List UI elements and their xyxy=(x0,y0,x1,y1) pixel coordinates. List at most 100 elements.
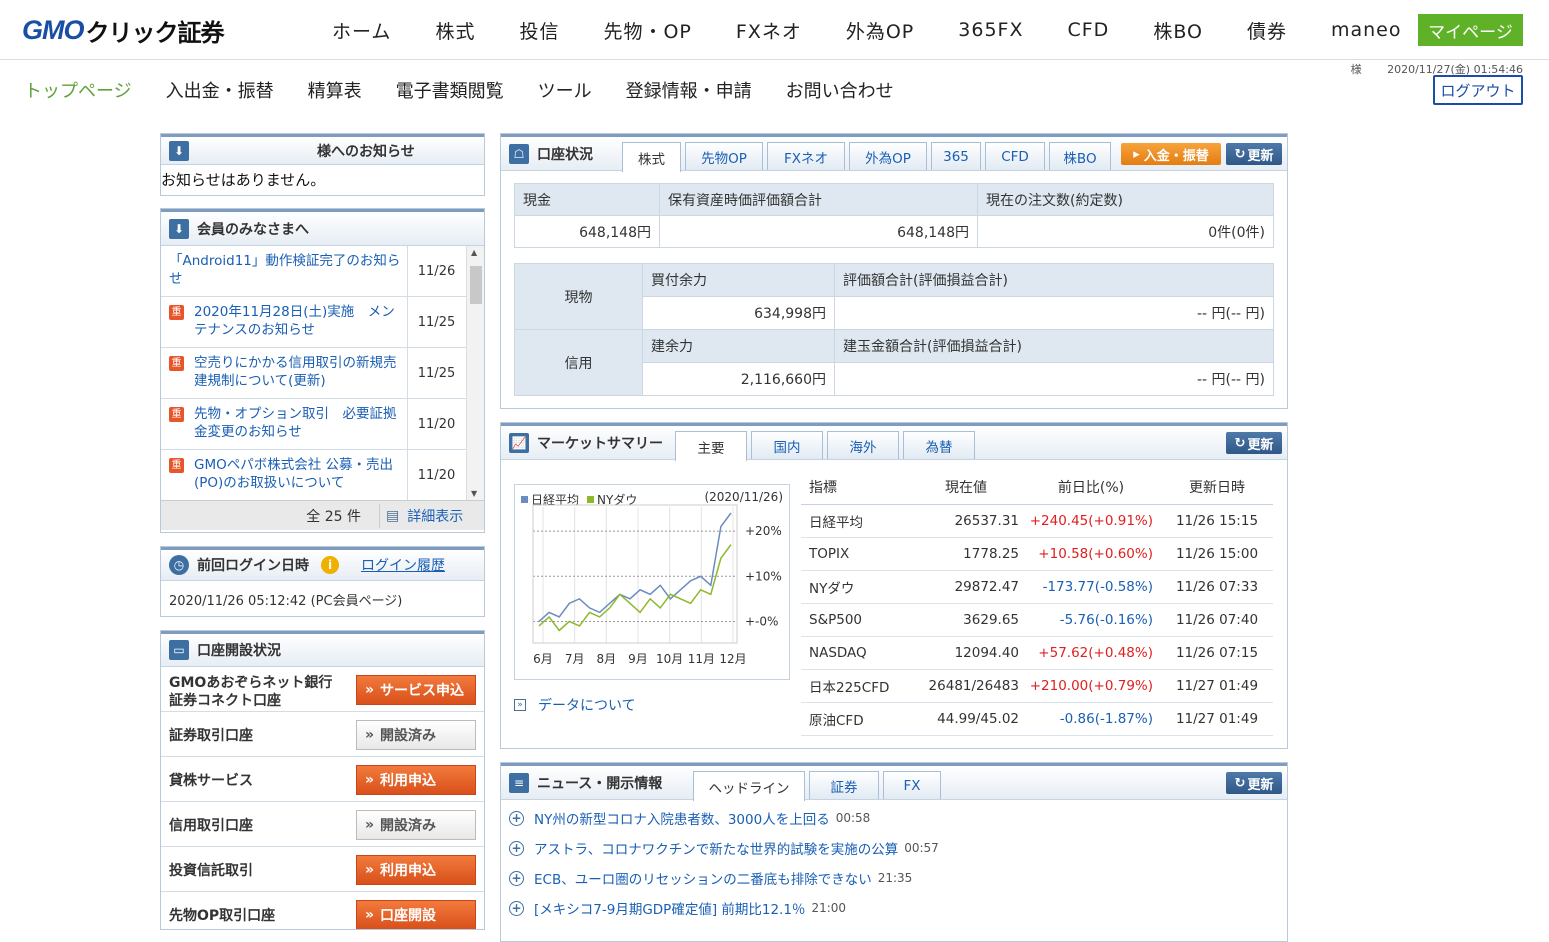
market-row[interactable]: NASDAQ 12094.40 +57.62(+0.48%) 11/26 07:15 xyxy=(801,636,1273,670)
account-open-button-label: 利用申込 xyxy=(380,863,437,879)
news-headline[interactable]: NY州の新型コロナ入院患者数、3000人を上回る xyxy=(534,808,830,828)
members-item-text-cell[interactable]: 重 GMOペパボ株式会社 公募・売出(PO)のお取扱いについて xyxy=(161,450,407,500)
scroll-thumb[interactable] xyxy=(470,266,482,304)
main-nav-item[interactable]: ホーム xyxy=(310,17,413,44)
sub-nav-item[interactable]: 登録情報・申請 xyxy=(626,77,752,103)
news-update-button[interactable]: ↻ 更新 xyxy=(1226,772,1282,794)
main-nav-item[interactable]: 365FX xyxy=(936,19,1045,41)
sub-nav-item[interactable]: 電子書類閲覧 xyxy=(396,77,504,103)
status-tab[interactable]: 株式 xyxy=(622,142,681,172)
sub-nav-item[interactable]: 精算表 xyxy=(308,77,362,103)
login-history-link[interactable]: ログイン履歴 xyxy=(361,555,445,575)
members-item-text-cell[interactable]: 重 2020年11月28日(土)実施 メンテナンスのお知らせ xyxy=(161,297,407,347)
status-tab[interactable]: 外為OP xyxy=(849,142,927,170)
members-item-link[interactable]: 2020年11月28日(土)実施 メンテナンスのお知らせ xyxy=(194,303,401,347)
market-tab[interactable]: 海外 xyxy=(827,431,899,459)
main-nav-item[interactable]: 先物・OP xyxy=(581,17,713,44)
news-item[interactable]: + ECB、ユーロ圏のリセッションの二番底も排除できない 21:35 xyxy=(509,868,912,888)
main-nav-item[interactable]: FXネオ xyxy=(714,17,824,44)
logout-button[interactable]: ログアウト xyxy=(1433,75,1523,105)
news-tab[interactable]: 証券 xyxy=(809,771,879,799)
news-item[interactable]: + アストラ、コロナワクチンで新たな世界的試験を実施の公算 00:57 xyxy=(509,838,939,858)
detail-link[interactable]: ▤ 詳細表示 xyxy=(379,503,464,528)
market-tab[interactable]: 主要 xyxy=(675,431,747,461)
market-tab[interactable]: 為替 xyxy=(903,431,975,459)
account-open-button[interactable]: » サービス申込 xyxy=(356,675,476,705)
account-open-button[interactable]: » 開設済み xyxy=(356,810,476,840)
market-header-change: 前日比(%) xyxy=(1021,471,1161,505)
sub-nav-item[interactable]: 入出金・振替 xyxy=(166,77,274,103)
main-nav-item[interactable]: CFD xyxy=(1045,19,1131,41)
members-list-item[interactable]: 重 2020年11月28日(土)実施 メンテナンスのお知らせ 11/25 xyxy=(161,297,484,348)
genbutsu-h2: 評価額合計(評価損益合計) xyxy=(834,263,1274,297)
members-item-text-cell[interactable]: 「Android11」動作検証完了のお知らせ xyxy=(161,246,407,296)
notice-panel: ⬇ 様へのお知らせ お知らせはありません。 xyxy=(160,133,485,196)
market-row[interactable]: S&P500 3629.65 -5.76(-0.16%) 11/26 07:40 xyxy=(801,603,1273,637)
news-headline[interactable]: アストラ、コロナワクチンで新たな世界的試験を実施の公算 xyxy=(534,838,898,858)
status-tab[interactable]: 365 xyxy=(931,142,981,170)
members-list-item[interactable]: 重空売りにかかる信用取引の新規売建規制について(更新) 11/25 xyxy=(161,348,484,399)
news-headline[interactable]: [メキシコ7-9月期GDP確定値] 前期比12.1％ xyxy=(534,898,805,918)
scroll-down-icon[interactable]: ▼ xyxy=(471,489,477,498)
news-headline[interactable]: ECB、ユーロ圏のリセッションの二番底も排除できない xyxy=(534,868,872,888)
market-update-button[interactable]: ↻ 更新 xyxy=(1226,432,1282,454)
shinyo-h1: 建余力 xyxy=(642,329,835,363)
news-item[interactable]: + [メキシコ7-9月期GDP確定値] 前期比12.1％ 21:00 xyxy=(509,898,846,918)
status-tab[interactable]: 先物OP xyxy=(685,142,763,170)
news-title: ニュース・開示情報 xyxy=(537,775,663,792)
members-list-item[interactable]: 重 GMOペパボ株式会社 公募・売出(PO)のお取扱いについて 11/20 xyxy=(161,450,484,500)
scroll-up-icon[interactable]: ▲ xyxy=(471,248,477,257)
data-about-link[interactable]: » データについて xyxy=(514,695,636,715)
status-tab[interactable]: FXネオ xyxy=(767,142,845,170)
market-row[interactable]: TOPIX 1778.25 +10.58(+0.60%) 11/26 15:00 xyxy=(801,537,1273,571)
news-tab[interactable]: FX xyxy=(883,771,941,799)
plus-icon[interactable]: + xyxy=(509,840,524,856)
plus-icon[interactable]: + xyxy=(509,870,524,886)
market-change: +57.62(+0.48%) xyxy=(1021,636,1161,670)
main-nav-item[interactable]: 株BO xyxy=(1131,17,1225,44)
market-change: -0.86(-1.87%) xyxy=(1021,702,1161,736)
account-open-button[interactable]: » 開設済み xyxy=(356,720,476,750)
status-tab[interactable]: CFD xyxy=(985,142,1045,170)
news-time: 21:00 xyxy=(811,901,847,915)
members-list-item[interactable]: 「Android11」動作検証完了のお知らせ 11/26 xyxy=(161,246,484,297)
members-scrollbar[interactable]: ▲ ▼ xyxy=(466,246,484,500)
main-nav-item[interactable]: 債券 xyxy=(1225,17,1309,44)
plus-icon[interactable]: + xyxy=(509,810,524,826)
sub-nav-item[interactable]: お問い合わせ xyxy=(786,77,894,103)
news-tab[interactable]: ヘッドライン xyxy=(693,771,805,801)
account-open-label: 信用取引口座 xyxy=(169,818,253,834)
members-item-link[interactable]: 「Android11」動作検証完了のお知らせ xyxy=(169,252,401,296)
mypage-button[interactable]: マイページ xyxy=(1418,14,1523,46)
members-item-text-cell[interactable]: 重空売りにかかる信用取引の新規売建規制について(更新) xyxy=(161,348,407,398)
account-open-button[interactable]: » 利用申込 xyxy=(356,855,476,885)
status-tab[interactable]: 株BO xyxy=(1049,142,1111,170)
summary-header-cash: 現金 xyxy=(514,183,660,216)
market-row[interactable]: NYダウ 29872.47 -173.77(-0.58%) 11/26 07:33 xyxy=(801,570,1273,604)
members-item-text-cell[interactable]: 重先物・オプション取引 必要証拠金変更のお知らせ xyxy=(161,399,407,449)
main-nav-item[interactable]: maneo xyxy=(1309,19,1424,41)
chart-x-tick: 8月 xyxy=(597,652,617,666)
detail-label: 詳細表示 xyxy=(407,508,464,525)
deposit-transfer-button[interactable]: ▸ 入金・振替 xyxy=(1121,143,1221,165)
members-item-link[interactable]: GMOペパボ株式会社 公募・売出(PO)のお取扱いについて xyxy=(194,456,401,500)
market-row[interactable]: 日経平均 26537.31 +240.45(+0.91%) 11/26 15:15 xyxy=(801,504,1273,538)
members-item-link[interactable]: 先物・オプション取引 必要証拠金変更のお知らせ xyxy=(194,405,401,449)
sub-nav-item[interactable]: トップページ xyxy=(24,77,132,103)
gmo-click-logo[interactable]: GMO クリック証券 xyxy=(22,14,225,47)
members-item-link[interactable]: 空売りにかかる信用取引の新規売建規制について(更新) xyxy=(194,354,401,398)
main-nav-item[interactable]: 株式 xyxy=(413,17,497,44)
market-row[interactable]: 原油CFD 44.99/45.02 -0.86(-1.87%) 11/27 01:49 xyxy=(801,702,1273,736)
plus-icon[interactable]: + xyxy=(509,900,524,916)
main-nav-item[interactable]: 投信 xyxy=(497,17,581,44)
sub-nav-item[interactable]: ツール xyxy=(538,77,592,103)
market-tab[interactable]: 国内 xyxy=(751,431,823,459)
members-list-item[interactable]: 重先物・オプション取引 必要証拠金変更のお知らせ 11/20 xyxy=(161,399,484,450)
account-open-button[interactable]: » 口座開設 xyxy=(356,900,476,929)
news-item[interactable]: + NY州の新型コロナ入院患者数、3000人を上回る 00:58 xyxy=(509,808,870,828)
status-update-button[interactable]: ↻ 更新 xyxy=(1226,143,1282,165)
account-open-button[interactable]: » 利用申込 xyxy=(356,765,476,795)
main-nav-item[interactable]: 外為OP xyxy=(824,17,936,44)
market-row[interactable]: 日本225CFD 26481/26483 +210.00(+0.79%) 11/27 … xyxy=(801,669,1273,703)
last-login-title: 前回ログイン日時 xyxy=(197,558,309,574)
